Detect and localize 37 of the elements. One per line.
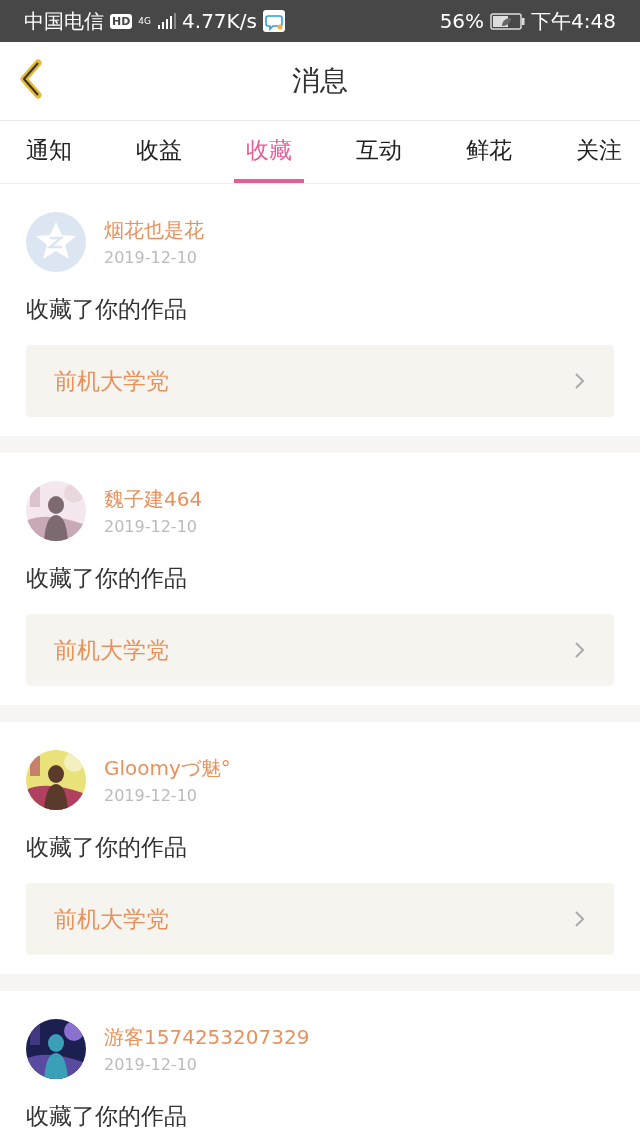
carrier-name: 中国电信	[24, 7, 104, 35]
work-title: 前机大学党	[54, 366, 169, 396]
message-date: 2019-12-10	[104, 786, 198, 805]
work-link[interactable]: 前机大学党	[26, 883, 614, 955]
message-date: 2019-12-10	[104, 517, 198, 536]
tab[interactable]: 关注	[564, 121, 634, 183]
network-type: 4G	[138, 16, 152, 26]
battery-icon	[490, 12, 526, 30]
user-name[interactable]: 烟花也是花	[104, 217, 204, 244]
chevron-right-icon	[574, 910, 586, 928]
message-text: 收藏了你的作品	[26, 295, 188, 324]
tab[interactable]: 收益	[124, 121, 194, 183]
work-link[interactable]: 前机大学党	[26, 345, 614, 417]
page-title: 消息	[292, 63, 348, 99]
message-date: 2019-12-10	[104, 248, 198, 267]
default-avatar-icon	[26, 212, 86, 272]
signal-icon	[157, 13, 177, 29]
chat-app-icon	[262, 10, 285, 32]
user-name[interactable]: Gloomyづ魅°	[104, 755, 231, 782]
message-text: 收藏了你的作品	[26, 833, 188, 862]
message-text: 收藏了你的作品	[26, 564, 188, 593]
clock-time: 下午4:48	[531, 7, 616, 35]
message-date: 2019-12-10	[104, 1055, 198, 1074]
user-name[interactable]: 游客1574253207329	[104, 1024, 310, 1051]
work-link[interactable]: 前机大学党	[26, 614, 614, 686]
network-speed: 4.77K/s	[182, 9, 257, 33]
user-name[interactable]: 魏子建464	[104, 486, 203, 513]
message-text: 收藏了你的作品	[26, 1102, 188, 1131]
battery-percent: 56%	[439, 9, 485, 33]
tab[interactable]: 互动	[344, 121, 414, 183]
hd-badge: HD	[110, 13, 133, 29]
tab[interactable]: 鲜花	[454, 121, 524, 183]
work-title: 前机大学党	[54, 635, 169, 665]
work-title: 前机大学党	[54, 904, 169, 934]
chevron-right-icon	[574, 641, 586, 659]
chevron-right-icon	[574, 372, 586, 390]
tab[interactable]: 通知	[14, 121, 84, 183]
